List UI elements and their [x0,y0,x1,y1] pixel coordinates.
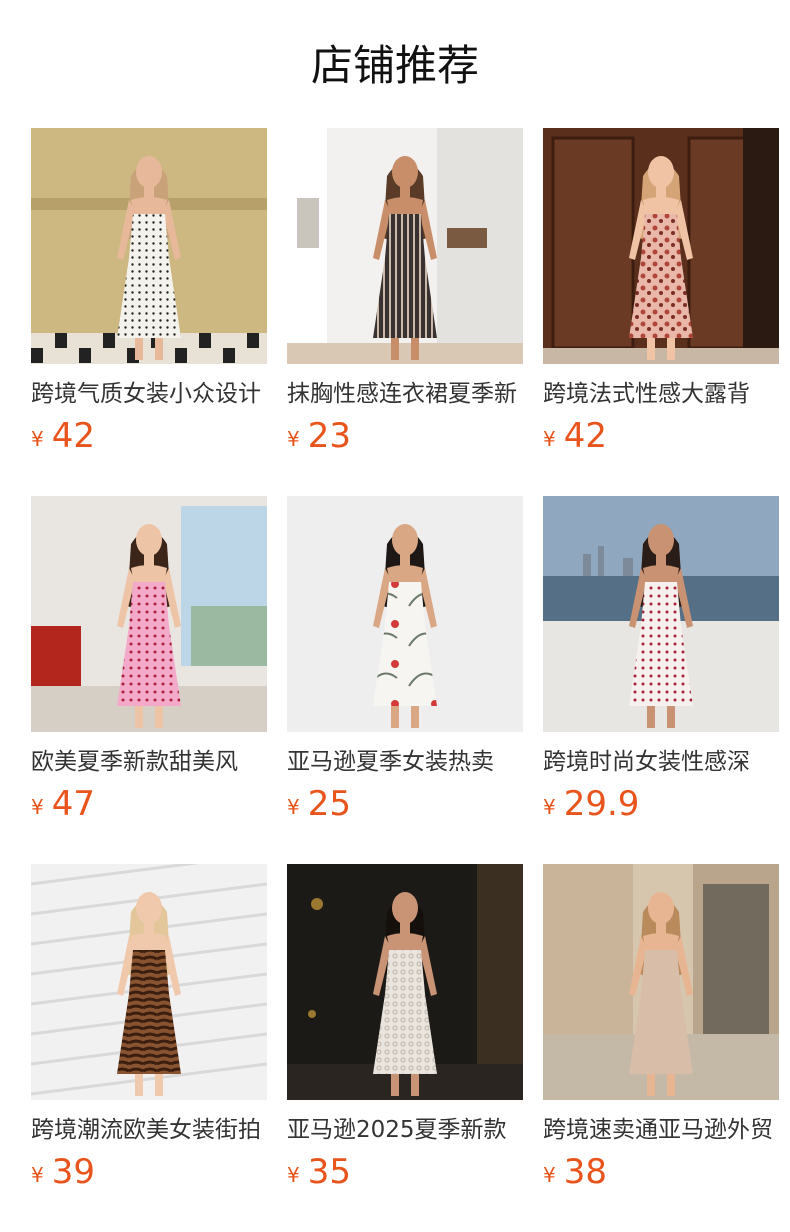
price-value: 29.9 [563,784,640,824]
product-name[interactable]: 亚马逊夏季女装热卖 [287,745,523,779]
currency-symbol: ¥ [543,427,556,451]
product-name[interactable]: 亚马逊2025夏季新款 [287,1113,523,1147]
product-price: ¥47 [31,783,267,825]
product-image[interactable] [287,496,523,732]
product-image[interactable] [287,864,523,1100]
product-photo [287,864,523,1100]
product-card[interactable]: 欧美夏季新款甜美风 ¥47 [31,496,267,864]
currency-symbol: ¥ [31,1163,44,1187]
product-name[interactable]: 跨境速卖通亚马逊外贸 [543,1113,779,1147]
product-grid: 跨境气质女装小众设计 ¥42 抹胸性感连衣裙夏季新 ¥23 跨境法式性感大露背 … [31,128,779,1232]
currency-symbol: ¥ [543,1163,556,1187]
price-value: 25 [307,784,351,824]
product-card[interactable]: 亚马逊2025夏季新款 ¥35 [287,864,523,1232]
product-image[interactable] [31,496,267,732]
product-card[interactable]: 跨境气质女装小众设计 ¥42 [31,128,267,496]
product-price: ¥23 [287,415,523,457]
price-value: 42 [563,416,607,456]
price-value: 38 [563,1152,607,1192]
price-value: 35 [307,1152,351,1192]
shop-recommendations-page: 店铺推荐 跨境气质女装小众设计 ¥42 抹胸性感连衣裙夏季新 ¥23 跨境法式性… [0,0,790,1232]
currency-symbol: ¥ [543,795,556,819]
product-image[interactable] [543,128,779,364]
product-photo [287,496,523,732]
product-price: ¥25 [287,783,523,825]
product-price: ¥39 [31,1151,267,1193]
product-price: ¥38 [543,1151,779,1193]
product-card[interactable]: 跨境时尚女装性感深 ¥29.9 [543,496,779,864]
product-name[interactable]: 欧美夏季新款甜美风 [31,745,267,779]
section-title: 店铺推荐 [310,41,479,90]
product-card[interactable]: 亚马逊夏季女装热卖 ¥25 [287,496,523,864]
product-photo [543,128,779,364]
price-value: 42 [51,416,95,456]
product-price: ¥29.9 [543,783,779,825]
product-image[interactable] [543,496,779,732]
product-card[interactable]: 跨境法式性感大露背 ¥42 [543,128,779,496]
product-price: ¥42 [543,415,779,457]
currency-symbol: ¥ [31,795,44,819]
price-value: 39 [51,1152,95,1192]
currency-symbol: ¥ [287,1163,300,1187]
product-name[interactable]: 抹胸性感连衣裙夏季新 [287,377,523,411]
product-price: ¥35 [287,1151,523,1193]
product-image[interactable] [287,128,523,364]
product-name[interactable]: 跨境法式性感大露背 [543,377,779,411]
price-value: 47 [51,784,95,824]
product-photo [543,496,779,732]
product-price: ¥42 [31,415,267,457]
product-photo [31,864,267,1100]
product-photo [31,128,267,364]
product-photo [543,864,779,1100]
product-card[interactable]: 跨境潮流欧美女装街拍 ¥39 [31,864,267,1232]
product-name[interactable]: 跨境气质女装小众设计 [31,377,267,411]
price-value: 23 [307,416,351,456]
product-image[interactable] [31,864,267,1100]
product-card[interactable]: 跨境速卖通亚马逊外贸 ¥38 [543,864,779,1232]
currency-symbol: ¥ [287,795,300,819]
product-name[interactable]: 跨境潮流欧美女装街拍 [31,1113,267,1147]
product-card[interactable]: 抹胸性感连衣裙夏季新 ¥23 [287,128,523,496]
currency-symbol: ¥ [31,427,44,451]
product-photo [287,128,523,364]
currency-symbol: ¥ [287,427,300,451]
product-name[interactable]: 跨境时尚女装性感深 [543,745,779,779]
product-image[interactable] [31,128,267,364]
product-image[interactable] [543,864,779,1100]
product-photo [31,496,267,732]
